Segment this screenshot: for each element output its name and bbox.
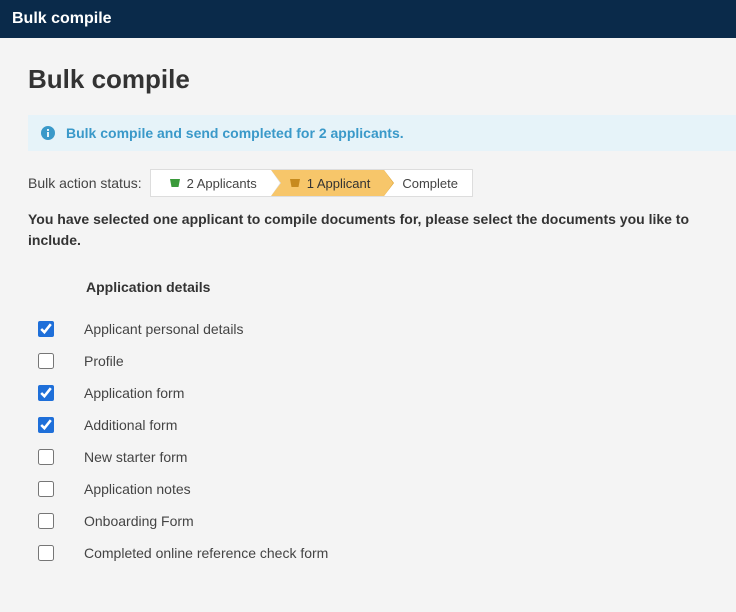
info-icon [40,125,56,141]
section-header: Application details [28,279,736,295]
checkbox-label: New starter form [84,449,187,465]
checkbox-application-form[interactable] [38,385,54,401]
list-item: Additional form [28,409,736,441]
status-breadcrumb: 2 Applicants 1 Applicant Complete [150,169,473,197]
checkbox-application-notes[interactable] [38,481,54,497]
crumb-complete[interactable]: Complete [384,170,472,196]
list-item: Applicant personal details [28,313,736,345]
checkbox-label: Profile [84,353,124,369]
list-item: Application form [28,377,736,409]
checkbox-label: Applicant personal details [84,321,244,337]
document-list: Applicant personal details Profile Appli… [28,313,736,569]
checkbox-label: Completed online reference check form [84,545,328,561]
checkbox-completed-reference-check[interactable] [38,545,54,561]
crumb-label: 2 Applicants [187,176,257,191]
list-item: Completed online reference check form [28,537,736,569]
status-row: Bulk action status: 2 Applicants 1 Appli… [28,169,736,197]
checkbox-profile[interactable] [38,353,54,369]
checkbox-additional-form[interactable] [38,417,54,433]
crumb-2-applicants[interactable]: 2 Applicants [151,170,271,196]
checkbox-label: Onboarding Form [84,513,194,529]
list-item: New starter form [28,441,736,473]
topbar: Bulk compile [0,0,736,38]
status-label: Bulk action status: [28,175,142,191]
bucket-icon [169,177,181,189]
content-area: Bulk compile Bulk compile and send compl… [0,64,736,569]
list-item: Application notes [28,473,736,505]
checkbox-label: Application form [84,385,184,401]
crumb-label: Complete [402,176,458,191]
checkbox-applicant-personal-details[interactable] [38,321,54,337]
bucket-icon [289,177,301,189]
crumb-label: 1 Applicant [307,176,371,191]
list-item: Onboarding Form [28,505,736,537]
page-title: Bulk compile [28,64,736,95]
checkbox-label: Additional form [84,417,177,433]
alert-message: Bulk compile and send completed for 2 ap… [66,125,404,141]
checkbox-label: Application notes [84,481,191,497]
checkbox-onboarding-form[interactable] [38,513,54,529]
instruction-text: You have selected one applicant to compi… [28,209,736,251]
crumb-1-applicant[interactable]: 1 Applicant [271,170,385,196]
list-item: Profile [28,345,736,377]
topbar-title: Bulk compile [12,10,112,27]
checkbox-new-starter-form[interactable] [38,449,54,465]
info-alert: Bulk compile and send completed for 2 ap… [28,115,736,151]
